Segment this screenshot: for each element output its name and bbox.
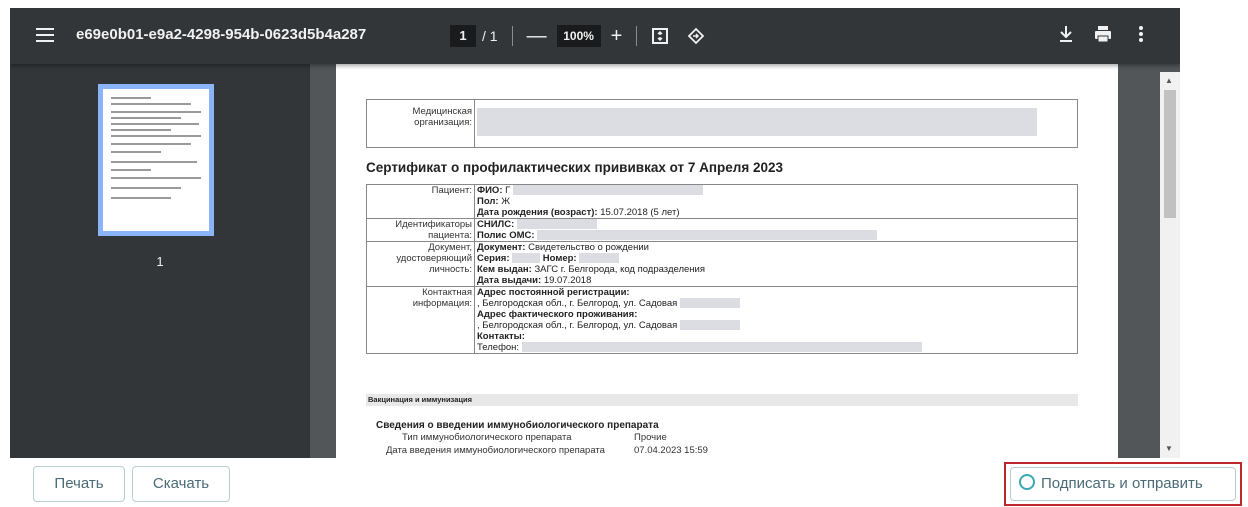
toolbar-divider bbox=[511, 26, 513, 46]
admin-date-label: Дата введения иммунобиологического препа… bbox=[386, 445, 605, 456]
id-document-info: Документ: Свидетельство о рождении Серия… bbox=[474, 241, 1078, 287]
page-separator: / bbox=[482, 28, 486, 44]
admin-date-value: 07.04.2023 15:59 bbox=[634, 445, 708, 456]
contact-label: Контактная информация: bbox=[366, 286, 475, 354]
vaccination-section-header: Вакцинация и иммунизация bbox=[366, 394, 1078, 406]
sign-button-label: Подписать и отправить bbox=[1041, 475, 1203, 492]
zoom-out-button[interactable]: — bbox=[527, 26, 547, 46]
pdf-toolbar: e69e0b01-e9a2-4298-954b-0623d5b4a287 1 /… bbox=[10, 8, 1180, 64]
rotate-icon[interactable] bbox=[687, 27, 705, 45]
thumbnail-page-number: 1 bbox=[156, 254, 164, 269]
org-table: Медицинская организация: bbox=[366, 99, 1078, 148]
download-icon[interactable] bbox=[1058, 24, 1074, 44]
page-zoom-controls: 1 / 1 — 100% + bbox=[450, 22, 705, 50]
toolbar-divider bbox=[636, 26, 638, 46]
vaccination-heading: Сведения о введении иммунобиологического… bbox=[376, 420, 659, 431]
page-number-input[interactable]: 1 bbox=[450, 25, 476, 47]
more-options-icon[interactable] bbox=[1138, 24, 1144, 44]
certificate-icon bbox=[1019, 474, 1035, 491]
zoom-in-button[interactable]: + bbox=[611, 26, 623, 46]
contact-info: Адрес постоянной регистрации: , Белгород… bbox=[474, 286, 1078, 354]
identifiers-info: СНИЛС: Полис ОМС: bbox=[474, 218, 1078, 242]
fit-page-icon[interactable] bbox=[651, 27, 669, 45]
patient-info: ФИО: Г Пол: Ж Дата рождения (возраст): 1… bbox=[474, 184, 1078, 219]
page-total: 1 bbox=[489, 28, 498, 44]
scroll-up-icon[interactable]: ▲ bbox=[1165, 76, 1173, 85]
menu-icon[interactable] bbox=[36, 28, 54, 42]
scrollbar-thumb[interactable] bbox=[1164, 90, 1176, 218]
drug-type-value: Прочие bbox=[634, 432, 667, 443]
org-value bbox=[474, 99, 1078, 148]
org-label: Медицинская организация: bbox=[366, 99, 475, 148]
patient-label: Пациент: bbox=[366, 184, 475, 219]
patient-table: Пациент: ФИО: Г Пол: Ж Дата рождения (во… bbox=[366, 184, 1078, 354]
sign-and-send-button[interactable]: Подписать и отправить bbox=[1010, 467, 1236, 501]
id-document-label: Документ, удостоверяющий личность: bbox=[366, 241, 475, 287]
scroll-down-icon[interactable]: ▼ bbox=[1165, 444, 1173, 453]
print-icon[interactable] bbox=[1094, 24, 1112, 44]
certificate-title: Сертификат о профилактических прививках … bbox=[366, 160, 784, 175]
print-button[interactable]: Печать bbox=[33, 466, 125, 502]
document-title: e69e0b01-e9a2-4298-954b-0623d5b4a287 bbox=[76, 26, 367, 43]
download-button[interactable]: Скачать bbox=[132, 466, 230, 502]
document-page: Медицинская организация: Сертификат о пр… bbox=[336, 64, 1118, 464]
thumbnail-sidebar: 1 bbox=[10, 64, 310, 458]
zoom-input[interactable]: 100% bbox=[556, 25, 601, 47]
scrollbar[interactable]: ▲ ▼ bbox=[1160, 72, 1180, 458]
page-thumbnail[interactable] bbox=[98, 84, 214, 236]
drug-type-label: Тип иммунобиологического препарата bbox=[402, 432, 572, 443]
identifiers-label: Идентификаторы пациента: bbox=[366, 218, 475, 242]
